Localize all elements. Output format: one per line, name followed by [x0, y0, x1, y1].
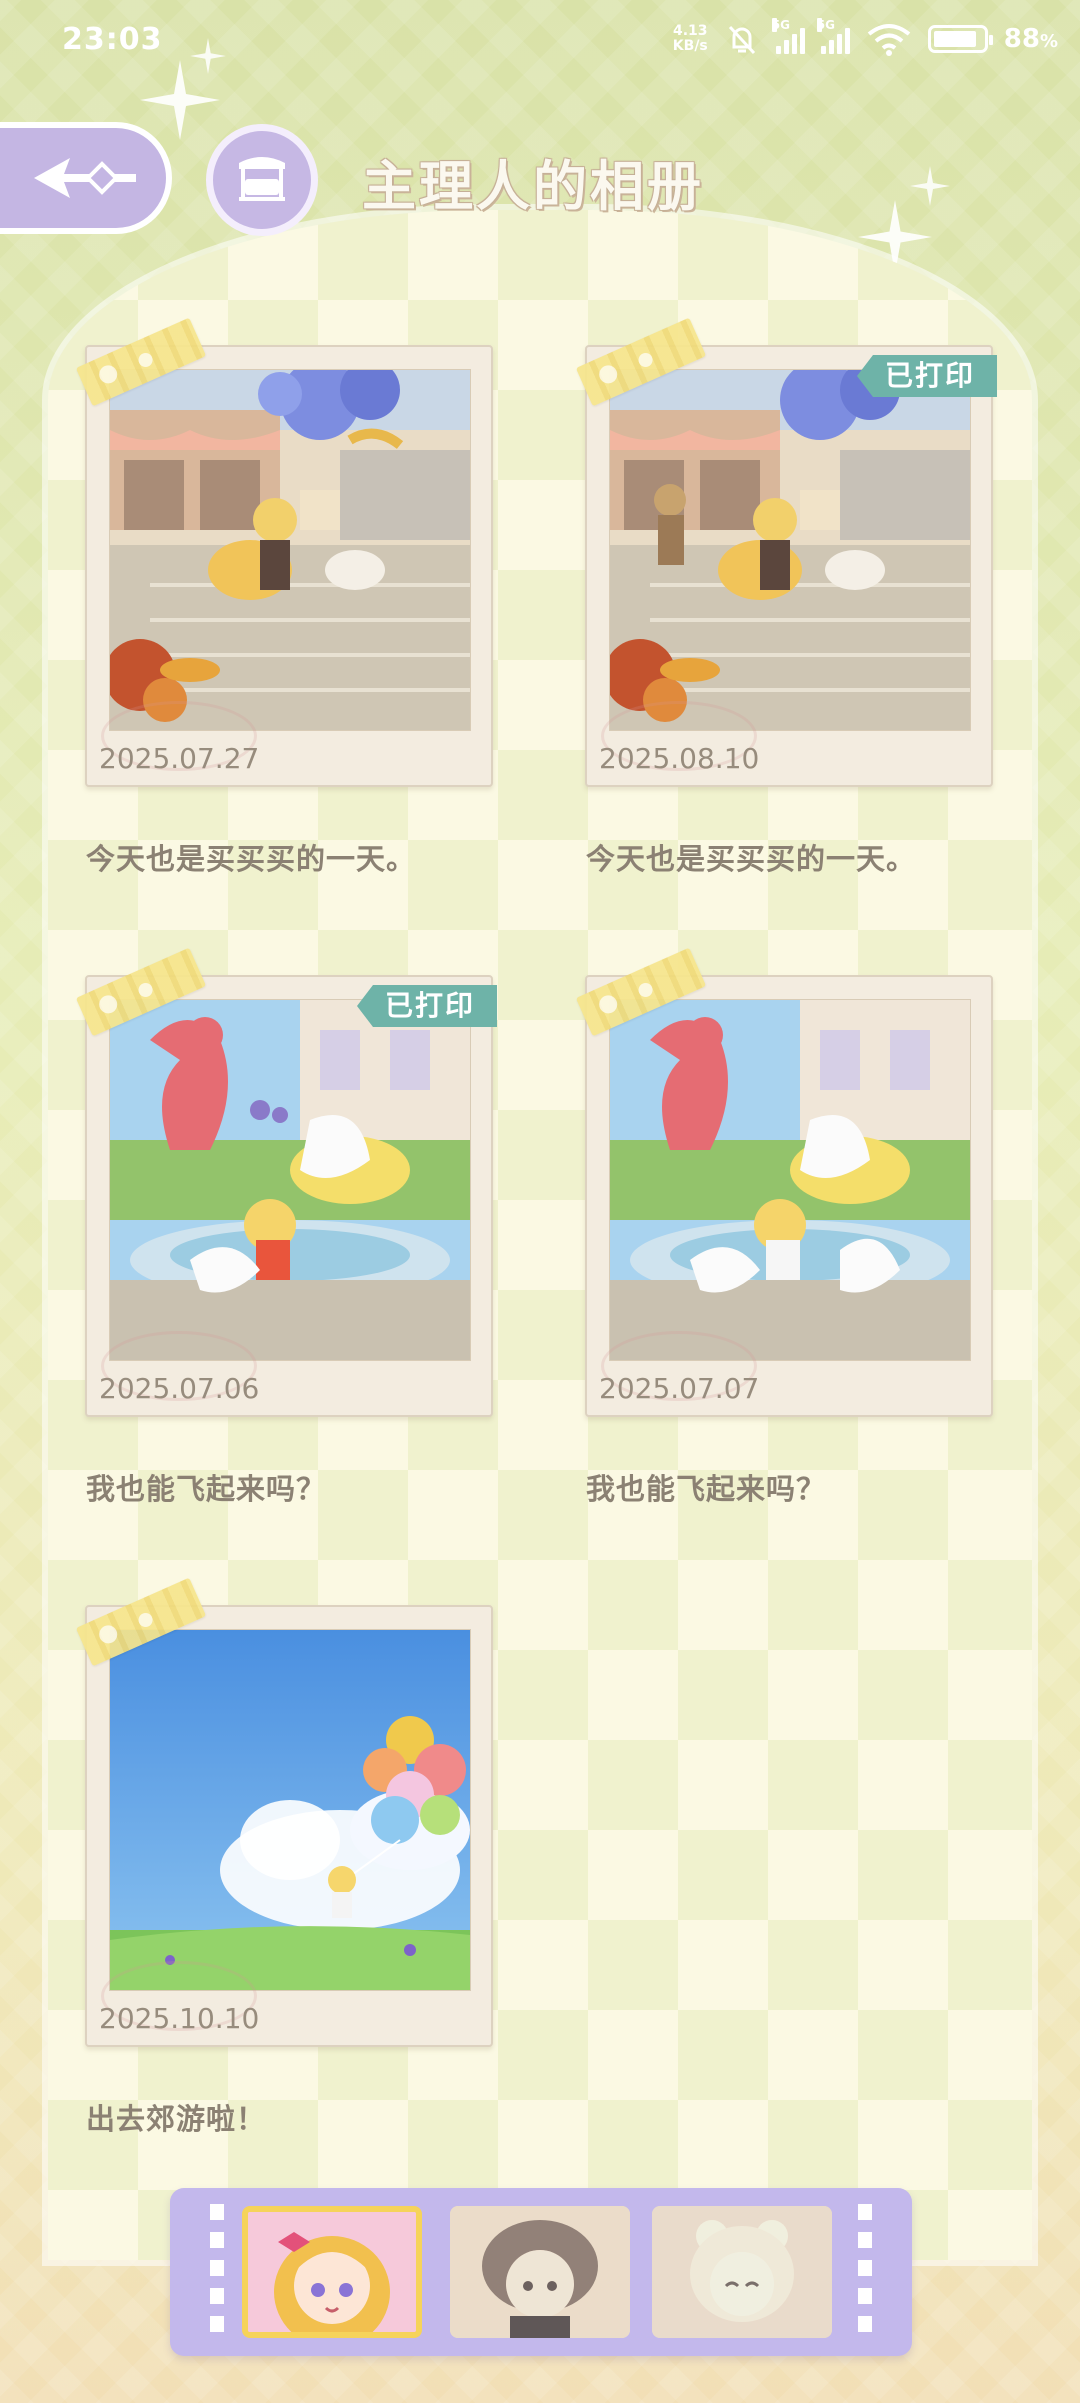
- photo-caption: 出去郊游啦！: [86, 2102, 267, 2136]
- back-arrow-icon: [34, 158, 136, 198]
- character-selector: [170, 2188, 912, 2356]
- photo-image: [609, 369, 971, 731]
- photo-card-4[interactable]: 2025.07.07: [575, 947, 993, 1417]
- page-title: 主理人的相册: [362, 155, 704, 218]
- back-button[interactable]: [0, 122, 172, 234]
- photo-card-2[interactable]: 已打印 2025.08.10: [575, 317, 997, 787]
- photo-caption: 我也能飞起来吗？: [86, 1472, 327, 1506]
- avatar: [652, 2206, 832, 2338]
- mute-bell-icon: [728, 25, 755, 55]
- battery-icon: [927, 25, 993, 53]
- photo-image: [109, 999, 471, 1361]
- photo-date: 2025.10.10: [99, 2002, 260, 2035]
- photo-image: [609, 999, 971, 1361]
- character-thumb-3[interactable]: [652, 2206, 832, 2338]
- photo-date: 2025.07.06: [99, 1372, 260, 1405]
- photo-date: 2025.07.07: [599, 1372, 760, 1405]
- photo-caption: 今天也是买买买的一天。: [86, 842, 417, 876]
- bed-icon: [239, 157, 285, 201]
- battery-percent: 88%: [1003, 24, 1058, 54]
- photo-image: [109, 369, 471, 731]
- home-button[interactable]: [206, 124, 318, 236]
- sparkle-icon: [910, 166, 950, 206]
- signal-icon: 5G: [771, 18, 805, 54]
- photo-card-5[interactable]: 2025.10.10: [75, 1577, 493, 2047]
- photo-caption: 我也能飞起来吗？: [586, 1472, 827, 1506]
- status-icons: 4.13 KB/s 5G 5G 88%: [673, 16, 1058, 62]
- photo-card-1[interactable]: 2025.07.27: [75, 317, 493, 787]
- avatar: [248, 2212, 416, 2332]
- net-speed: 4.13 KB/s: [672, 23, 708, 54]
- photo-card-3[interactable]: 已打印 2025.07.06: [75, 947, 497, 1417]
- photo-caption: 今天也是买买买的一天。: [586, 842, 917, 876]
- sparkle-icon: [190, 38, 226, 74]
- printed-badge: 已打印: [856, 355, 997, 397]
- signal-icon: 5G: [816, 18, 850, 54]
- character-thumb-2[interactable]: [450, 2206, 630, 2338]
- wifi-icon: [867, 24, 911, 56]
- photo-date: 2025.08.10: [599, 742, 760, 775]
- photo-image: [109, 1629, 471, 1991]
- status-time: 23:03: [62, 22, 163, 57]
- film-holes: [858, 2204, 872, 2340]
- film-holes: [210, 2204, 224, 2340]
- printed-badge: 已打印: [356, 985, 497, 1027]
- photo-date: 2025.07.27: [99, 742, 260, 775]
- character-thumb-1[interactable]: [242, 2206, 422, 2338]
- avatar: [450, 2206, 630, 2338]
